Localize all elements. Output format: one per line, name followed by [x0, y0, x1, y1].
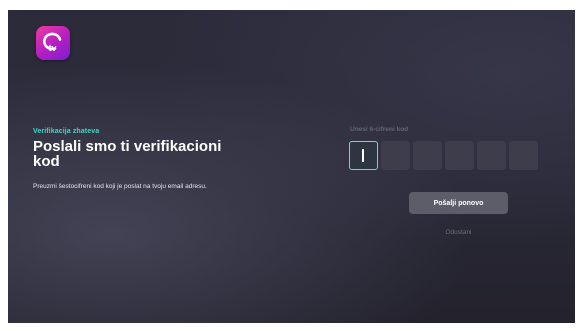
cancel-button[interactable]: Odustani: [409, 229, 508, 236]
code-input-group: [349, 141, 538, 171]
text-cursor: [362, 149, 364, 162]
resend-code-button[interactable]: Pošalji ponovo: [409, 192, 508, 214]
breadcrumb: Verifikacija zhateva: [33, 128, 100, 135]
code-digit-input[interactable]: [445, 141, 474, 170]
page-title: Poslali smo ti verifikacioni kod: [33, 138, 222, 170]
code-digit-input[interactable]: [413, 141, 442, 170]
code-input-label: Unesi 6-cifreni kod: [350, 126, 409, 133]
page-description: Preuzmi šestocifreni kod koji je poslat …: [33, 183, 207, 190]
code-digit-input[interactable]: [349, 141, 378, 170]
code-digit-input[interactable]: [477, 141, 506, 170]
tv-screen: tv Verifikacija zhateva Poslali smo ti v…: [8, 10, 575, 323]
tv-app-logo-icon: tv: [36, 26, 70, 60]
code-digit-input[interactable]: [509, 141, 538, 170]
code-digit-input[interactable]: [381, 141, 410, 170]
logo-text: tv: [49, 43, 57, 53]
tv-logo-glyph: tv: [42, 32, 62, 53]
